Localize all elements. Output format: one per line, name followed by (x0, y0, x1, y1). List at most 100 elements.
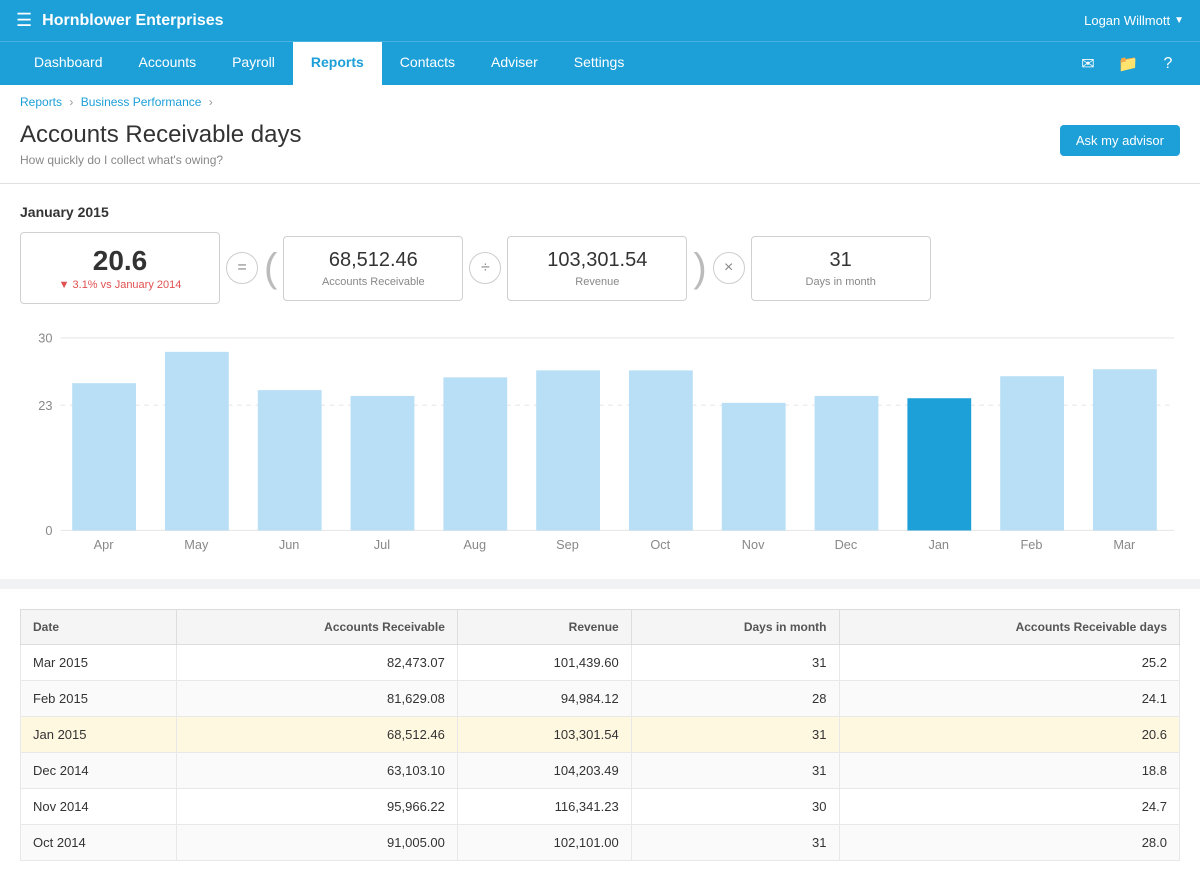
cell-date: Jan 2015 (21, 717, 177, 753)
label-feb: Feb (1021, 537, 1043, 552)
cell-ar: 95,966.22 (176, 789, 457, 825)
nav-contacts[interactable]: Contacts (382, 42, 473, 85)
cell-date: Oct 2014 (21, 825, 177, 861)
y-label-0: 0 (45, 523, 52, 538)
bar-jan[interactable] (907, 398, 971, 530)
cell-ar-days: 18.8 (839, 753, 1179, 789)
multiply-operator: × (713, 252, 745, 284)
y-label-30: 30 (38, 331, 52, 346)
cell-ar-days: 28.0 (839, 825, 1179, 861)
main-value-number: 20.6 (41, 245, 199, 277)
nav-payroll[interactable]: Payroll (214, 42, 293, 85)
folder-icon[interactable]: 📁 (1112, 48, 1144, 80)
top-header: ☰ Hornblower Enterprises Logan Willmott … (0, 0, 1200, 41)
top-header-left: ☰ Hornblower Enterprises (16, 10, 224, 31)
col-header-days: Days in month (631, 610, 839, 645)
cell-revenue: 102,101.00 (457, 825, 631, 861)
bar-sep[interactable] (536, 370, 600, 530)
label-nov: Nov (742, 537, 765, 552)
bar-nov[interactable] (722, 403, 786, 531)
bar-dec[interactable] (815, 396, 879, 531)
nav-adviser[interactable]: Adviser (473, 42, 556, 85)
cell-revenue: 116,341.23 (457, 789, 631, 825)
days-label: Days in month (772, 276, 910, 288)
change-text: 3.1% vs January 2014 (73, 279, 182, 291)
cell-ar: 63,103.10 (176, 753, 457, 789)
bar-mar[interactable] (1093, 369, 1157, 530)
label-sep: Sep (556, 537, 579, 552)
cell-date: Nov 2014 (21, 789, 177, 825)
cell-date: Mar 2015 (21, 645, 177, 681)
main-value-card: 20.6 ▼ 3.1% vs January 2014 (20, 232, 220, 304)
cell-date: Dec 2014 (21, 753, 177, 789)
days-value: 31 (772, 249, 910, 272)
y-label-23: 23 (38, 398, 52, 413)
breadcrumb-sep-2: › (209, 95, 213, 109)
change-indicator: ▼ 3.1% vs January 2014 (41, 279, 199, 291)
table-row: Oct 2014 91,005.00 102,101.00 31 28.0 (21, 825, 1180, 861)
label-jul: Jul (374, 537, 390, 552)
cell-days: 31 (631, 717, 839, 753)
ar-value: 68,512.46 (304, 249, 442, 272)
cell-days: 31 (631, 645, 839, 681)
page-header: Accounts Receivable days How quickly do … (0, 113, 1200, 184)
bar-apr[interactable] (72, 383, 136, 530)
period-label: January 2015 (20, 204, 1180, 220)
cell-days: 31 (631, 753, 839, 789)
cell-ar-days: 20.6 (839, 717, 1179, 753)
label-jan: Jan (928, 537, 949, 552)
col-header-ar-days: Accounts Receivable days (839, 610, 1179, 645)
label-apr: Apr (94, 537, 115, 552)
cell-ar-days: 24.7 (839, 789, 1179, 825)
bar-jun[interactable] (258, 390, 322, 530)
table-row: Jan 2015 68,512.46 103,301.54 31 20.6 (21, 717, 1180, 753)
nav-dashboard[interactable]: Dashboard (16, 42, 121, 85)
breadcrumb-reports[interactable]: Reports (20, 95, 62, 109)
cell-revenue: 104,203.49 (457, 753, 631, 789)
user-menu[interactable]: Logan Willmott ▼ (1084, 13, 1184, 28)
ask-advisor-button[interactable]: Ask my advisor (1060, 125, 1180, 156)
table-row: Nov 2014 95,966.22 116,341.23 30 24.7 (21, 789, 1180, 825)
bar-oct[interactable] (629, 370, 693, 530)
cell-ar-days: 24.1 (839, 681, 1179, 717)
cell-revenue: 103,301.54 (457, 717, 631, 753)
hamburger-menu[interactable]: ☰ (16, 10, 32, 31)
bar-feb[interactable] (1000, 376, 1064, 530)
user-dropdown-arrow: ▼ (1174, 15, 1184, 26)
page-title: Accounts Receivable days (20, 121, 301, 149)
ar-label: Accounts Receivable (304, 276, 442, 288)
cell-days: 30 (631, 789, 839, 825)
mail-icon[interactable]: ✉ (1072, 48, 1104, 80)
table-row: Dec 2014 63,103.10 104,203.49 31 18.8 (21, 753, 1180, 789)
nav-settings[interactable]: Settings (556, 42, 643, 85)
cell-days: 28 (631, 681, 839, 717)
nav-reports[interactable]: Reports (293, 42, 382, 85)
nav-icons: ✉ 📁 ? (1072, 48, 1184, 80)
breadcrumb-sep-1: › (69, 95, 76, 109)
cell-revenue: 101,439.60 (457, 645, 631, 681)
user-name: Logan Willmott (1084, 13, 1170, 28)
table-row: Feb 2015 81,629.08 94,984.12 28 24.1 (21, 681, 1180, 717)
label-dec: Dec (835, 537, 858, 552)
bar-chart: 30 23 0 Apr May Jun Jul Aug (20, 324, 1180, 556)
divide-operator: ÷ (469, 252, 501, 284)
label-jun: Jun (279, 537, 300, 552)
cell-days: 31 (631, 825, 839, 861)
col-header-date: Date (21, 610, 177, 645)
bar-aug[interactable] (443, 377, 507, 530)
label-may: May (184, 537, 209, 552)
bar-may[interactable] (165, 352, 229, 531)
help-icon[interactable]: ? (1152, 48, 1184, 80)
bar-jul[interactable] (351, 396, 415, 531)
cell-revenue: 94,984.12 (457, 681, 631, 717)
nav-accounts[interactable]: Accounts (121, 42, 215, 85)
revenue-label: Revenue (528, 276, 666, 288)
days-in-month-card: 31 Days in month (751, 236, 931, 301)
table-section: Date Accounts Receivable Revenue Days in… (20, 589, 1180, 861)
label-mar: Mar (1113, 537, 1136, 552)
breadcrumb-business-performance[interactable]: Business Performance (81, 95, 202, 109)
label-aug: Aug (463, 537, 486, 552)
open-paren: ( (264, 248, 277, 288)
label-oct: Oct (650, 537, 670, 552)
cell-ar: 91,005.00 (176, 825, 457, 861)
